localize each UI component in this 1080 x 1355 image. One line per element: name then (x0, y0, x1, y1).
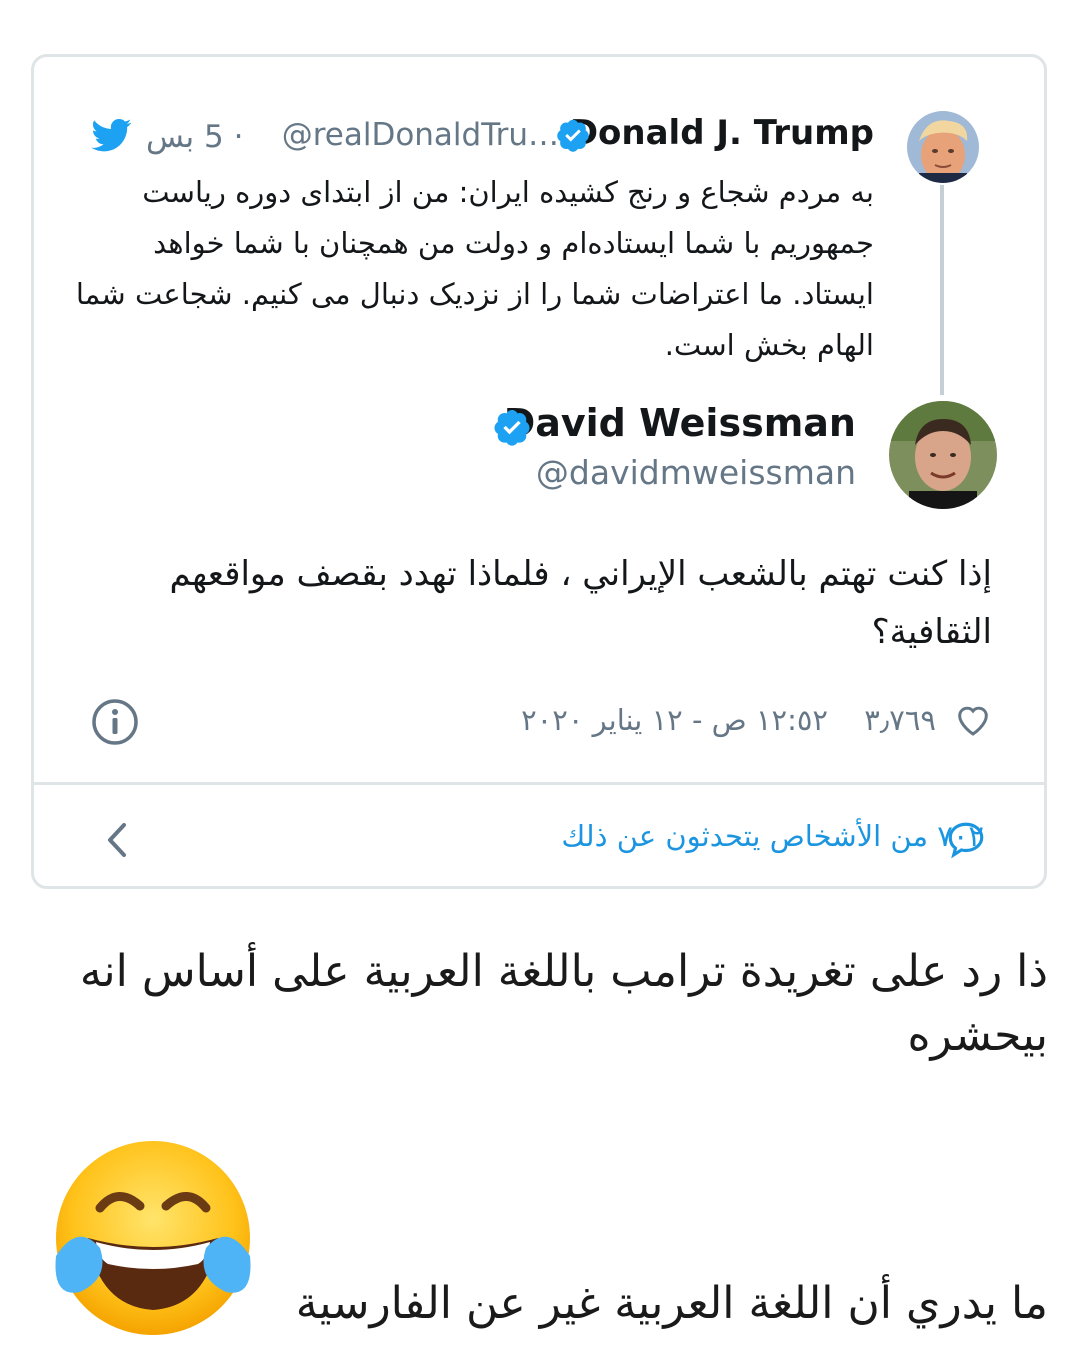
caption-line-1: ذا رد على تغريدة ترامب باللغة العربية عل… (79, 946, 1048, 1061)
caption-line-2: ما يدري أن اللغة العربية غير عن الفارسية (295, 1278, 1048, 1329)
card-divider (34, 782, 1044, 785)
like-count[interactable]: ٣٫٧٦٩ (864, 703, 936, 737)
twitter-bird-icon[interactable] (90, 115, 134, 155)
tweet-embed-card[interactable]: Donald J. Trump @realDonaldTru… · 5 بس ب… (31, 54, 1047, 889)
reply-author-name[interactable]: David Weissman (504, 401, 856, 445)
quoted-author-handle[interactable]: @realDonaldTru… (282, 117, 559, 153)
reply-author-handle[interactable]: @davidmweissman (536, 453, 856, 492)
weissman-avatar[interactable] (889, 401, 997, 509)
reply-tweet-text: إذا كنت تهتم بالشعب الإيراني ، فلماذا ته… (169, 554, 993, 652)
people-talking-link[interactable]: ٧٠٢ من الأشخاص يتحدثون عن ذلك (561, 819, 984, 853)
heart-icon[interactable] (952, 699, 994, 739)
thread-connector-line (940, 185, 944, 395)
verified-badge-icon (555, 117, 591, 153)
verified-badge-icon (492, 407, 532, 447)
quoted-author-name[interactable]: Donald J. Trump (570, 113, 874, 153)
info-icon[interactable] (90, 697, 140, 747)
trump-avatar[interactable] (907, 111, 979, 183)
quoted-tweet-time[interactable]: · 5 بس (146, 119, 243, 155)
chevron-left-icon[interactable] (102, 819, 132, 861)
quoted-tweet-text: به مردم شجاع و رنج کشیده ایران: من از اب… (75, 175, 874, 362)
laughing-crying-emoji-icon (48, 1138, 258, 1338)
tweet-timestamp[interactable]: ١٢:٥٢ ص - ١٢ يناير ٢٠٢٠ (521, 703, 828, 737)
